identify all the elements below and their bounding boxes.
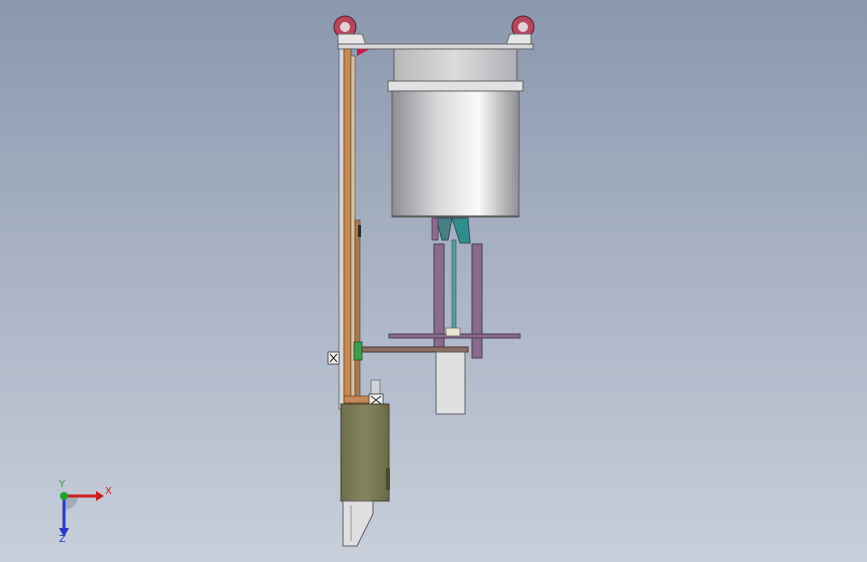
control-cabinet[interactable]	[340, 403, 390, 502]
x-axis-label: X	[105, 486, 112, 497]
steel-bucket[interactable]	[391, 90, 520, 218]
discharge-chute[interactable]	[342, 500, 374, 547]
y-axis-label: Y	[59, 479, 66, 490]
corner-bracket[interactable]	[357, 49, 370, 56]
mixer-shaft[interactable]	[451, 239, 457, 329]
frame-rail-outer[interactable]	[338, 48, 345, 410]
support-column-right[interactable]	[471, 243, 483, 359]
support-arm[interactable]	[361, 346, 469, 353]
top-rail[interactable]	[337, 43, 534, 50]
right-caster-wheel[interactable]	[505, 15, 535, 46]
cad-viewport[interactable]: X Y Z	[0, 0, 867, 562]
motor-housing[interactable]	[393, 48, 518, 82]
coordinate-triad[interactable]: X Y Z	[48, 479, 118, 546]
left-caster-wheel[interactable]	[333, 15, 367, 46]
frame-post[interactable]	[343, 48, 352, 410]
z-axis-label: Z	[59, 534, 66, 545]
y-axis-dot	[60, 492, 68, 500]
housing-flange[interactable]	[387, 80, 524, 92]
green-fitting[interactable]	[353, 341, 363, 361]
lower-block[interactable]	[435, 351, 466, 415]
blade-right[interactable]	[451, 217, 471, 244]
cad-model[interactable]	[0, 0, 867, 562]
